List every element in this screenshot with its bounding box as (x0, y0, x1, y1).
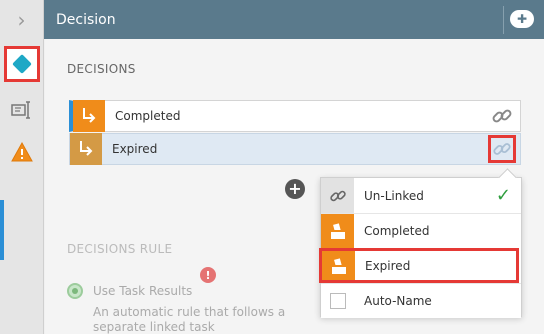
rule-description: An automatic rule that follows a separat… (93, 305, 286, 334)
left-rail: › (0, 0, 44, 334)
menu-item-label: Un-Linked (364, 188, 424, 203)
header-add-button[interactable]: ✚ (510, 10, 534, 28)
expand-rail-button[interactable]: › (0, 0, 43, 39)
menu-item-expired[interactable]: Expired (319, 248, 519, 283)
decision-row-completed[interactable]: Completed (69, 100, 521, 132)
rule-warning-icon[interactable]: ! (200, 267, 216, 283)
panel-title: Decision (56, 11, 116, 28)
menu-item-completed[interactable]: Completed (321, 213, 521, 249)
decision-link-button-active[interactable] (488, 135, 516, 163)
warnings-tool-button[interactable] (4, 134, 40, 170)
menu-item-tile (321, 284, 354, 319)
branch-arrow-icon (80, 141, 93, 156)
decision-tool-button[interactable] (4, 46, 40, 82)
decision-branch-tile (70, 133, 102, 165)
add-pill-icon: ✚ (516, 12, 528, 26)
menu-item-label: Expired (365, 258, 411, 273)
link-icon (493, 143, 511, 155)
panel-header: Decision ✚ (44, 0, 544, 39)
link-menu: Un-Linked ✓ Completed Expired Auto-Name (319, 177, 522, 318)
menu-item-unlinked[interactable]: Un-Linked ✓ (321, 178, 521, 213)
decisions-rule-title: DECISIONS RULE (67, 242, 173, 256)
decision-label: Completed (115, 109, 181, 123)
ballot-box-icon (329, 223, 346, 239)
menu-item-label: Completed (364, 224, 430, 238)
text-field-icon (11, 101, 30, 119)
decision-link-button[interactable] (488, 102, 516, 130)
decision-panel: › Decision ✚ DECISIONS Completed Expired… (0, 0, 544, 334)
menu-item-tile (322, 251, 355, 280)
decisions-section-title: DECISIONS (67, 62, 136, 76)
text-field-tool-button[interactable] (4, 92, 40, 128)
warning-icon (11, 142, 33, 162)
menu-item-auto-name[interactable]: Auto-Name (321, 283, 521, 318)
decision-row-expired[interactable]: Expired (69, 133, 521, 165)
ballot-box-icon (330, 257, 347, 274)
checkmark-icon: ✓ (495, 185, 511, 206)
plus-icon: + (288, 179, 302, 198)
link-icon (329, 190, 346, 201)
checkbox-icon[interactable] (329, 293, 346, 309)
menu-item-tile (321, 178, 354, 213)
chevron-right-icon: › (17, 7, 26, 32)
branch-arrow-icon (83, 108, 96, 123)
rail-accent-bar (0, 200, 4, 260)
menu-item-label: Auto-Name (364, 294, 432, 308)
menu-item-tile (321, 213, 354, 249)
link-icon (492, 109, 512, 123)
decision-label: Expired (112, 142, 158, 156)
use-task-results-radio[interactable] (67, 283, 83, 299)
decision-diamond-icon (12, 54, 32, 74)
add-decision-button[interactable]: + (285, 179, 305, 199)
decision-branch-tile (73, 100, 105, 132)
use-task-results-label: Use Task Results (93, 284, 193, 298)
header-divider (503, 6, 504, 34)
